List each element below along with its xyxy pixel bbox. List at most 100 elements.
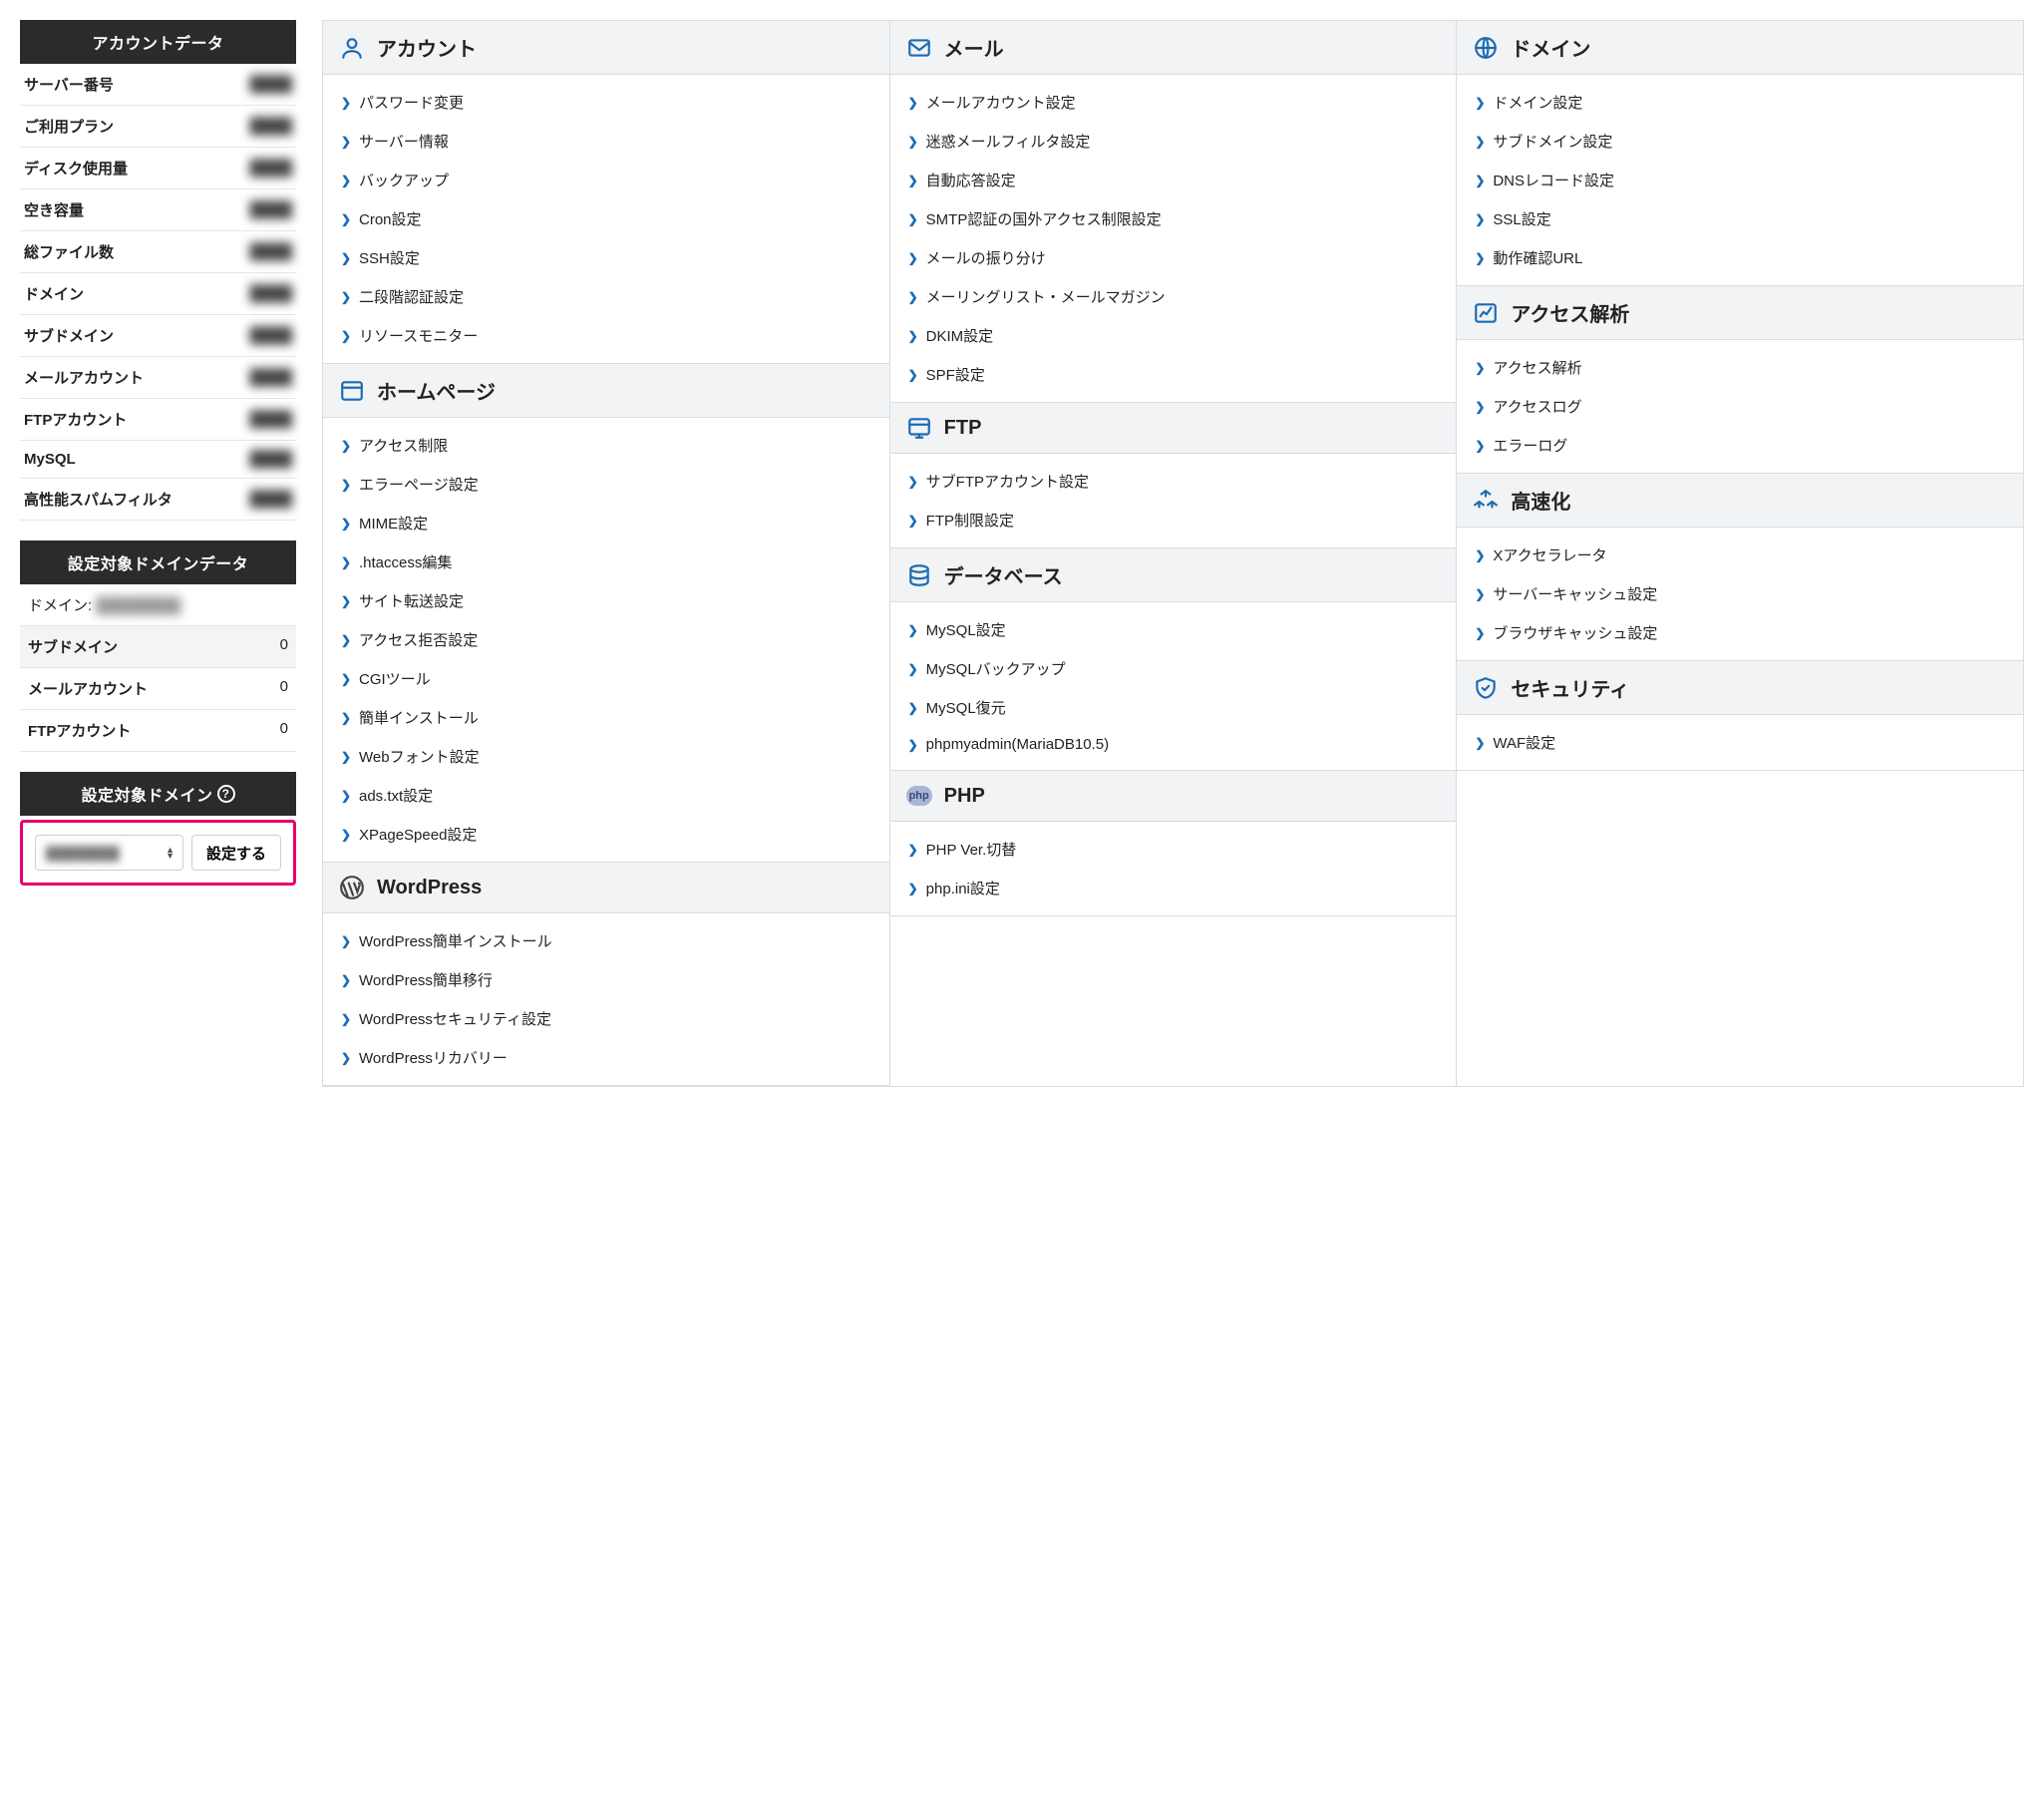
stat-label: MySQL bbox=[24, 451, 76, 468]
main-col-3: ドメイン❯ドメイン設定❯サブドメイン設定❯DNSレコード設定❯SSL設定❯動作確… bbox=[1457, 21, 2023, 1086]
menu-link[interactable]: ❯パスワード変更 bbox=[323, 83, 889, 122]
menu-link[interactable]: ❯.htaccess編集 bbox=[323, 542, 889, 581]
menu-link[interactable]: ❯Xアクセラレータ bbox=[1457, 536, 2023, 574]
menu-link[interactable]: ❯ads.txt設定 bbox=[323, 776, 889, 815]
menu-link[interactable]: ❯リソースモニター bbox=[323, 316, 889, 355]
menu-link[interactable]: ❯サイト転送設定 bbox=[323, 581, 889, 620]
menu-link-label: Webフォント設定 bbox=[359, 746, 480, 767]
category-globe: ドメイン❯ドメイン設定❯サブドメイン設定❯DNSレコード設定❯SSL設定❯動作確… bbox=[1457, 21, 2023, 286]
menu-link-label: パスワード変更 bbox=[359, 92, 464, 113]
chevron-right-icon: ❯ bbox=[1475, 736, 1485, 750]
menu-link[interactable]: ❯アクセス解析 bbox=[1457, 348, 2023, 387]
help-icon[interactable]: ? bbox=[217, 785, 235, 803]
chevron-right-icon: ❯ bbox=[1475, 135, 1485, 149]
chevron-right-icon: ❯ bbox=[908, 882, 918, 896]
menu-link[interactable]: ❯ブラウザキャッシュ設定 bbox=[1457, 613, 2023, 652]
category-header: セキュリティ bbox=[1457, 661, 2023, 715]
chevron-right-icon: ❯ bbox=[341, 934, 351, 948]
menu-link-label: 迷惑メールフィルタ設定 bbox=[926, 131, 1091, 152]
menu-link[interactable]: ❯サブFTPアカウント設定 bbox=[890, 462, 1457, 501]
stat-value: ████ bbox=[249, 327, 292, 344]
menu-link[interactable]: ❯WordPressセキュリティ設定 bbox=[323, 999, 889, 1038]
chevron-right-icon: ❯ bbox=[341, 973, 351, 987]
menu-link[interactable]: ❯SMTP認証の国外アクセス制限設定 bbox=[890, 199, 1457, 238]
stat-label: 空き容量 bbox=[24, 199, 84, 220]
menu-link[interactable]: ❯DKIM設定 bbox=[890, 316, 1457, 355]
menu-link-label: ドメイン設定 bbox=[1493, 92, 1582, 113]
menu-link[interactable]: ❯SSL設定 bbox=[1457, 199, 2023, 238]
chevron-right-icon: ❯ bbox=[341, 789, 351, 803]
menu-link[interactable]: ❯PHP Ver.切替 bbox=[890, 830, 1457, 869]
menu-link[interactable]: ❯XPageSpeed設定 bbox=[323, 815, 889, 854]
category-header: WordPress bbox=[323, 863, 889, 913]
category-title: ドメイン bbox=[1511, 33, 1590, 62]
category-header: 高速化 bbox=[1457, 474, 2023, 528]
shield-icon bbox=[1473, 675, 1499, 701]
menu-link[interactable]: ❯サブドメイン設定 bbox=[1457, 122, 2023, 161]
category-header: ドメイン bbox=[1457, 21, 2023, 75]
menu-link[interactable]: ❯メールアカウント設定 bbox=[890, 83, 1457, 122]
menu-link[interactable]: ❯迷惑メールフィルタ設定 bbox=[890, 122, 1457, 161]
menu-link[interactable]: ❯WordPress簡単インストール bbox=[323, 921, 889, 960]
category-php: phpPHP❯PHP Ver.切替❯php.ini設定 bbox=[890, 771, 1457, 916]
menu-link[interactable]: ❯php.ini設定 bbox=[890, 869, 1457, 907]
category-ftp: FTP❯サブFTPアカウント設定❯FTP制限設定 bbox=[890, 403, 1457, 548]
menu-link[interactable]: ❯Cron設定 bbox=[323, 199, 889, 238]
stat-value: ████ bbox=[249, 451, 292, 468]
menu-link-label: エラーログ bbox=[1493, 435, 1567, 456]
category-body: ❯Xアクセラレータ❯サーバーキャッシュ設定❯ブラウザキャッシュ設定 bbox=[1457, 528, 2023, 660]
chevron-right-icon: ❯ bbox=[908, 212, 918, 226]
chevron-right-icon: ❯ bbox=[908, 329, 918, 343]
menu-link[interactable]: ❯自動応答設定 bbox=[890, 161, 1457, 199]
domain-select[interactable]: ████████ ▲▼ bbox=[35, 835, 183, 871]
menu-link[interactable]: ❯アクセスログ bbox=[1457, 387, 2023, 426]
chevron-right-icon: ❯ bbox=[908, 514, 918, 528]
menu-link[interactable]: ❯MySQL復元 bbox=[890, 688, 1457, 727]
menu-link[interactable]: ❯Webフォント設定 bbox=[323, 737, 889, 776]
menu-link[interactable]: ❯MySQLバックアップ bbox=[890, 649, 1457, 688]
menu-link[interactable]: ❯サーバーキャッシュ設定 bbox=[1457, 574, 2023, 613]
menu-link[interactable]: ❯WordPressリカバリー bbox=[323, 1038, 889, 1077]
menu-link[interactable]: ❯サーバー情報 bbox=[323, 122, 889, 161]
menu-link[interactable]: ❯MIME設定 bbox=[323, 504, 889, 542]
menu-link[interactable]: ❯動作確認URL bbox=[1457, 238, 2023, 277]
category-body: ❯アクセス制限❯エラーページ設定❯MIME設定❯.htaccess編集❯サイト転… bbox=[323, 418, 889, 862]
menu-link[interactable]: ❯WAF設定 bbox=[1457, 723, 2023, 762]
menu-link[interactable]: ❯バックアップ bbox=[323, 161, 889, 199]
menu-link[interactable]: ❯エラーログ bbox=[1457, 426, 2023, 465]
category-body: ❯サブFTPアカウント設定❯FTP制限設定 bbox=[890, 454, 1457, 547]
chevron-right-icon: ❯ bbox=[908, 662, 918, 676]
menu-link[interactable]: ❯SPF設定 bbox=[890, 355, 1457, 394]
menu-link[interactable]: ❯FTP制限設定 bbox=[890, 501, 1457, 539]
domain-label: ドメイン: ████████ bbox=[28, 594, 180, 615]
domain-data-label: メールアカウント bbox=[28, 678, 148, 699]
category-user: アカウント ❯パスワード変更❯サーバー情報❯バックアップ❯Cron設定❯SSH設定… bbox=[323, 21, 889, 364]
menu-link[interactable]: ❯DNSレコード設定 bbox=[1457, 161, 2023, 199]
account-stat-row: 高性能スパムフィルタ████ bbox=[20, 479, 296, 521]
menu-link[interactable]: ❯メーリングリスト・メールマガジン bbox=[890, 277, 1457, 316]
account-stat-row: 空き容量████ bbox=[20, 189, 296, 231]
account-stat-list: サーバー番号████ご利用プラン████ディスク使用量████空き容量████総… bbox=[20, 64, 296, 521]
menu-link[interactable]: ❯簡単インストール bbox=[323, 698, 889, 737]
menu-link[interactable]: ❯WordPress簡単移行 bbox=[323, 960, 889, 999]
menu-link[interactable]: ❯二段階認証設定 bbox=[323, 277, 889, 316]
main-col-1: アカウント❯パスワード変更❯サーバー情報❯バックアップ❯Cron設定❯SSH設定… bbox=[323, 21, 890, 1086]
menu-link[interactable]: ❯phpmyadmin(MariaDB10.5) bbox=[890, 727, 1457, 762]
menu-link[interactable]: ❯アクセス拒否設定 bbox=[323, 620, 889, 659]
menu-link[interactable]: ❯CGIツール bbox=[323, 659, 889, 698]
menu-link[interactable]: ❯MySQL設定 bbox=[890, 610, 1457, 649]
menu-link[interactable]: ❯エラーページ設定 bbox=[323, 465, 889, 504]
domain-select-panel: 設定対象ドメイン ? ████████ ▲▼ 設定する bbox=[20, 772, 296, 886]
chevron-right-icon: ❯ bbox=[341, 555, 351, 569]
menu-link[interactable]: ❯SSH設定 bbox=[323, 238, 889, 277]
select-arrows-icon: ▲▼ bbox=[166, 847, 174, 859]
menu-link[interactable]: ❯メールの振り分け bbox=[890, 238, 1457, 277]
chevron-right-icon: ❯ bbox=[908, 368, 918, 382]
category-header: アカウント bbox=[323, 21, 889, 75]
menu-link-label: メールの振り分け bbox=[926, 247, 1046, 268]
menu-link[interactable]: ❯ドメイン設定 bbox=[1457, 83, 2023, 122]
category-window: ホームページ❯アクセス制限❯エラーページ設定❯MIME設定❯.htaccess編… bbox=[323, 364, 889, 863]
domain-apply-button[interactable]: 設定する bbox=[191, 835, 281, 871]
account-stat-row: 総ファイル数████ bbox=[20, 231, 296, 273]
menu-link[interactable]: ❯アクセス制限 bbox=[323, 426, 889, 465]
